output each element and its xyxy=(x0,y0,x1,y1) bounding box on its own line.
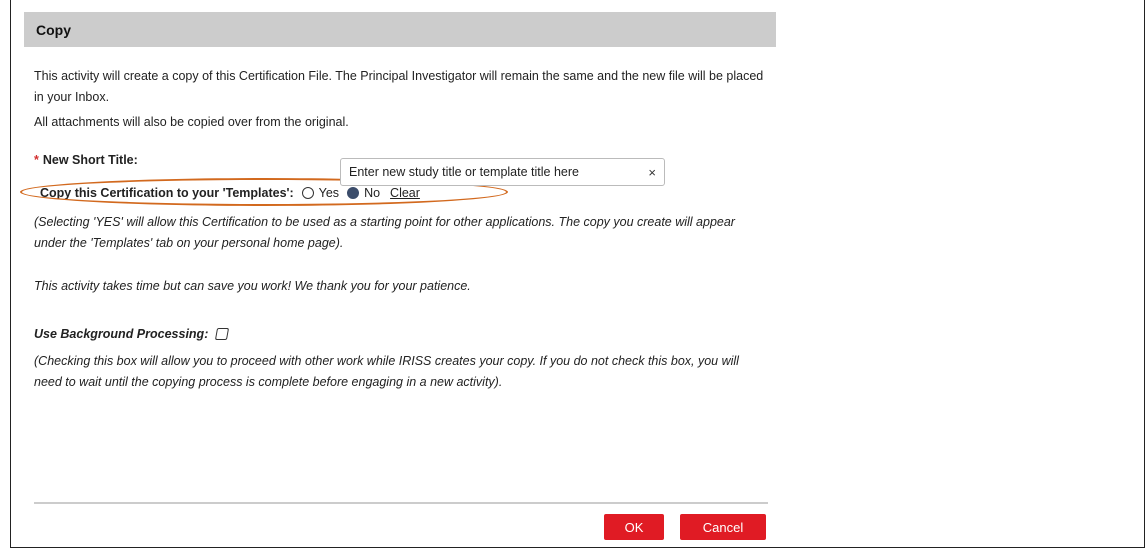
background-note: (Checking this box will allow you to pro… xyxy=(34,354,739,389)
required-mark: * xyxy=(34,153,39,167)
attachments-text: All attachments will also be copied over… xyxy=(34,115,349,129)
intro-text: This activity will create a copy of this… xyxy=(34,69,764,104)
dialog-title: Copy xyxy=(24,12,776,47)
patience-note: This activity takes time but can save yo… xyxy=(34,279,471,293)
short-title-label: New Short Title: xyxy=(42,153,138,167)
clear-input-icon[interactable]: × xyxy=(648,165,656,180)
copy-templates-label: Copy this Certification to your 'Templat… xyxy=(40,186,294,200)
background-processing-label: Use Background Processing: xyxy=(34,327,209,341)
radio-no[interactable] xyxy=(347,187,360,199)
radio-no-label[interactable]: No xyxy=(364,186,380,200)
templates-note: (Selecting 'YES' will allow this Certifi… xyxy=(34,215,735,250)
copy-dialog: Copy This activity will create a copy of… xyxy=(20,12,776,550)
radio-yes-label[interactable]: Yes xyxy=(319,186,339,200)
background-processing-row: Use Background Processing: xyxy=(34,327,766,341)
cancel-button[interactable]: Cancel xyxy=(680,514,766,540)
radio-yes[interactable] xyxy=(301,187,314,199)
dialog-body: This activity will create a copy of this… xyxy=(20,66,776,393)
ok-button[interactable]: OK xyxy=(604,514,664,540)
short-title-field: × xyxy=(340,158,665,186)
background-processing-checkbox[interactable] xyxy=(215,328,230,340)
clear-link[interactable]: Clear xyxy=(390,186,420,200)
footer-divider xyxy=(34,502,768,504)
short-title-input[interactable] xyxy=(349,165,643,179)
